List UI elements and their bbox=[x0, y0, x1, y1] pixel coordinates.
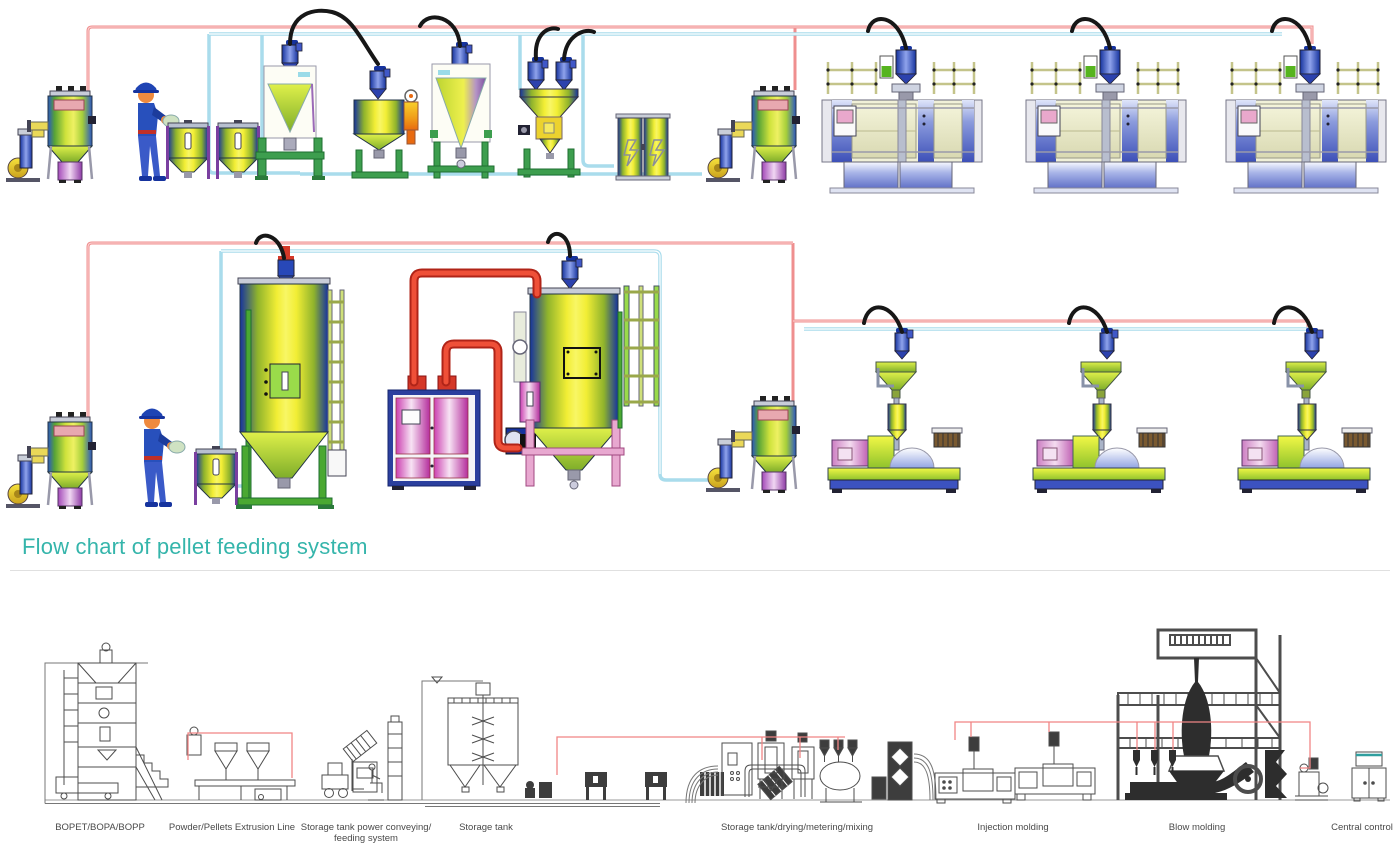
label-drying-metering: Storage tank/drying/metering/mixing bbox=[682, 822, 912, 833]
page-title: Flow chart of pellet feeding system bbox=[22, 534, 368, 560]
pellet-system-illustration bbox=[0, 0, 1400, 528]
vacuum-pump-icon bbox=[6, 455, 44, 508]
top-system-row bbox=[6, 40, 1386, 193]
storage-bin-icon bbox=[166, 120, 210, 179]
elevator-tower bbox=[888, 742, 936, 800]
flow-chart-illustration bbox=[0, 600, 1400, 815]
bopet-tower bbox=[45, 643, 168, 804]
dosing-station-icon bbox=[518, 57, 580, 177]
magnet-separator bbox=[745, 765, 805, 800]
vacuum-pump-icon bbox=[706, 129, 744, 182]
storage-bin-icon bbox=[216, 120, 260, 179]
storage-silo-icon bbox=[616, 114, 670, 180]
blow-molding-machine-icon bbox=[822, 46, 982, 193]
operator-icon bbox=[139, 409, 185, 508]
mixing-tank-icon bbox=[255, 40, 325, 180]
blow-molding-machine-icon bbox=[1226, 46, 1386, 193]
control-cabinet bbox=[1352, 752, 1386, 801]
extruder-icon bbox=[1238, 328, 1372, 493]
label-central-control: Central control bbox=[1247, 822, 1400, 833]
vacuum-pump-icon bbox=[6, 129, 44, 182]
vacuum-pump-icon bbox=[706, 439, 744, 492]
extrusion-line bbox=[187, 727, 295, 800]
storage-tank-silo bbox=[422, 677, 518, 800]
middle-system-row bbox=[6, 246, 1372, 509]
dehumidifier-icon bbox=[388, 376, 480, 490]
blow-molding-machine-icon bbox=[1026, 46, 1186, 193]
section-divider bbox=[10, 570, 1390, 571]
blow-molding-tower bbox=[1118, 630, 1287, 800]
hopper-dryer-icon bbox=[428, 42, 494, 178]
crystallizer-tank-icon bbox=[236, 246, 346, 509]
central-control bbox=[1295, 752, 1386, 801]
pellet-feeding-system-page: Flow chart of pellet feeding system bbox=[0, 0, 1400, 859]
injection-molding-machines bbox=[935, 732, 1095, 803]
extruder-icon bbox=[1033, 328, 1167, 493]
extruder-icon bbox=[828, 328, 962, 493]
label-storage-tank: Storage tank bbox=[371, 822, 601, 833]
storage-bin-icon bbox=[194, 446, 238, 505]
drying-hopper-heater-icon bbox=[352, 66, 418, 178]
drying-hopper-icon bbox=[505, 256, 659, 489]
